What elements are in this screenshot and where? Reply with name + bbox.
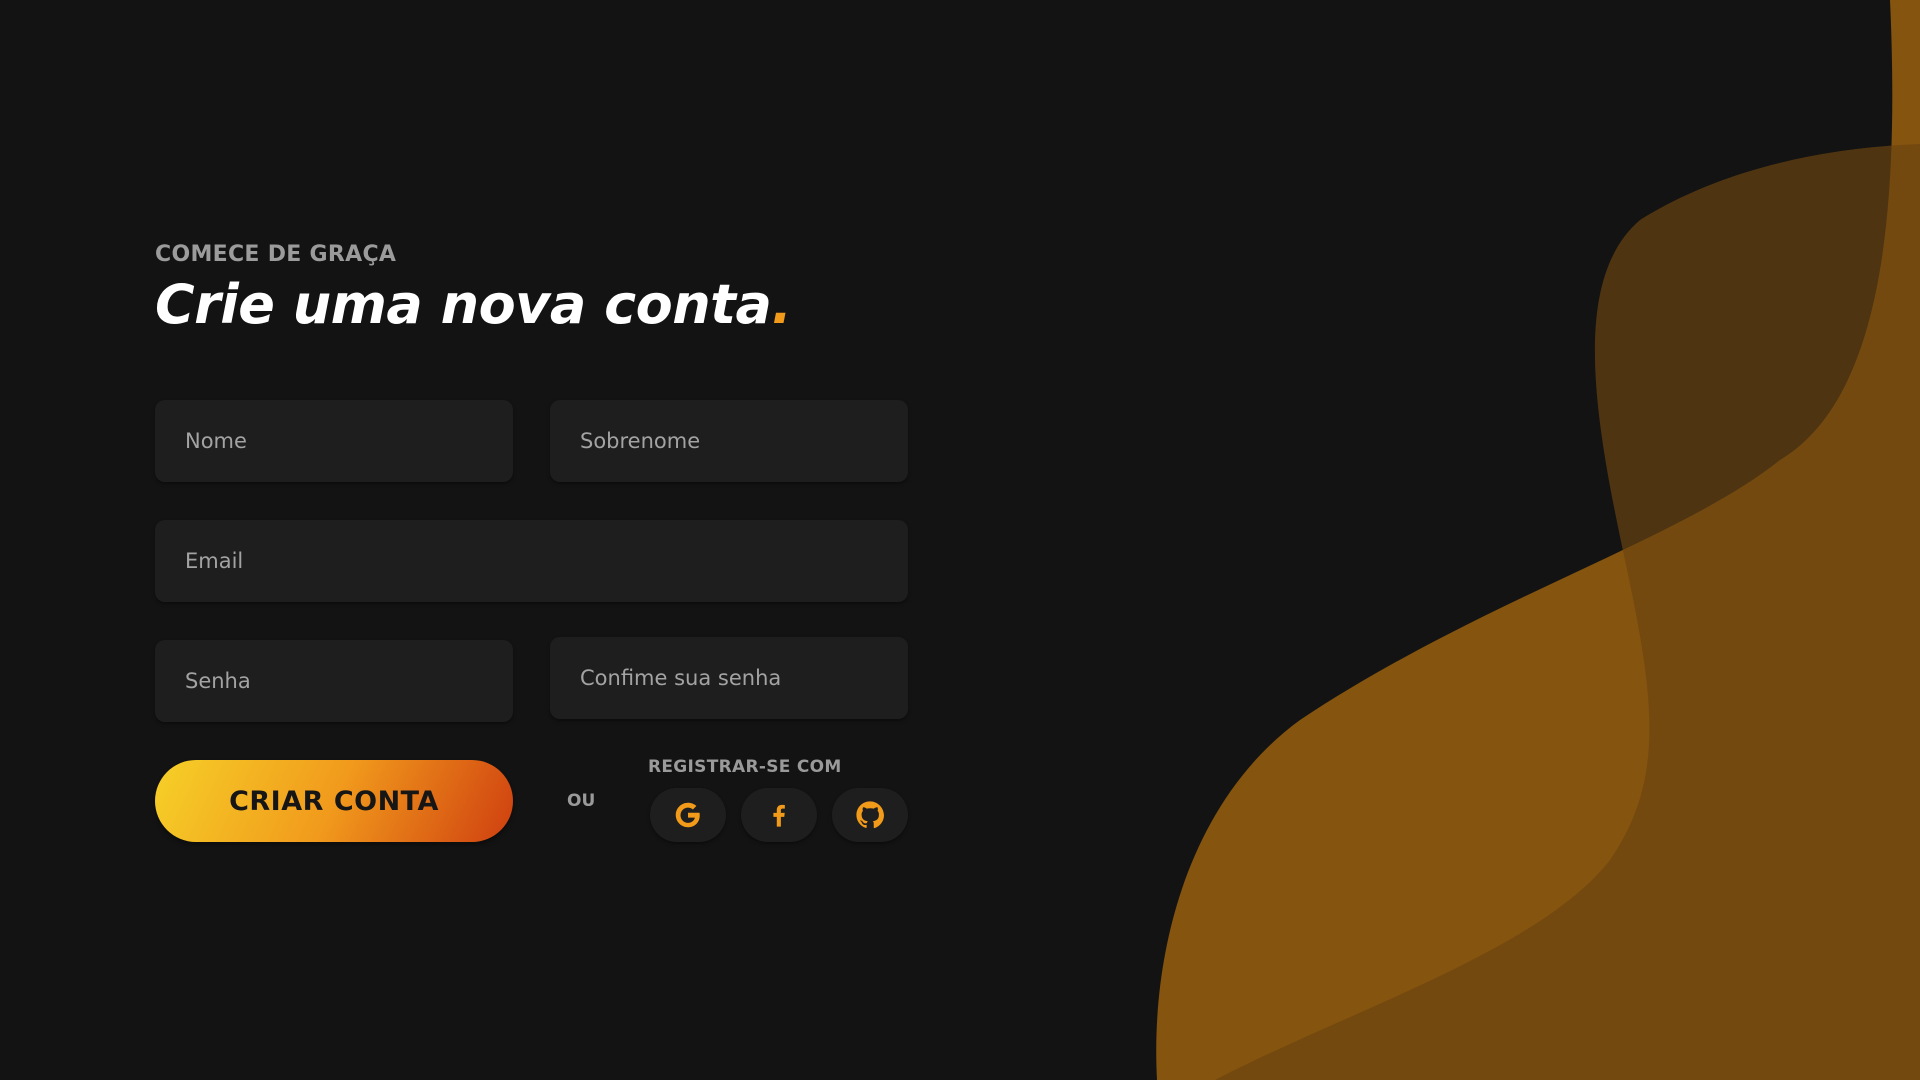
password-field[interactable] <box>155 640 513 722</box>
or-label: OU <box>567 791 596 811</box>
facebook-icon <box>773 804 785 827</box>
google-icon <box>675 802 700 828</box>
create-account-button[interactable]: CRIAR CONTA <box>155 760 513 842</box>
google-signup-button[interactable] <box>650 788 726 842</box>
first-name-field-container <box>155 400 513 482</box>
email-field[interactable] <box>155 520 908 602</box>
facebook-signup-button[interactable] <box>741 788 817 842</box>
password-field-container <box>155 640 513 722</box>
signup-page: COMECE DE GRAÇA Crie uma nova conta. CRI… <box>0 0 1920 1080</box>
title-accent-dot: . <box>771 273 792 336</box>
last-name-field-container <box>550 400 908 482</box>
first-name-field[interactable] <box>155 400 513 482</box>
confirm-password-field[interactable] <box>550 637 908 719</box>
social-signup-label: REGISTRAR-SE COM <box>648 757 842 777</box>
last-name-field[interactable] <box>550 400 908 482</box>
confirm-password-field-container <box>550 637 908 719</box>
email-field-container <box>155 520 908 602</box>
eyebrow-label: COMECE DE GRAÇA <box>155 242 397 267</box>
page-title: Crie uma nova conta. <box>155 273 792 336</box>
github-icon <box>856 801 884 829</box>
github-signup-button[interactable] <box>832 788 908 842</box>
page-title-text: Crie uma nova conta <box>155 273 772 336</box>
